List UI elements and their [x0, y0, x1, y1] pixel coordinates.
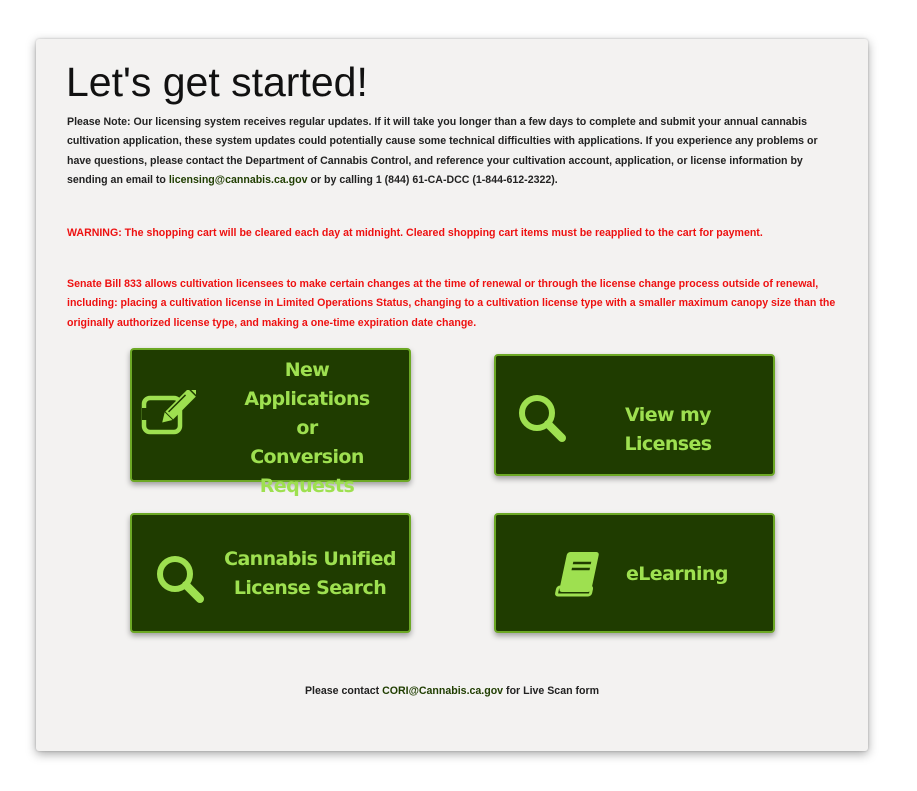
live-scan-text: Please contact [304, 685, 383, 697]
search-icon [154, 553, 206, 605]
licensing-note-phone-text: or by calling 1 (844) 61-CA-DCC (1-844-6… [307, 173, 558, 186]
new-applications-line-3: Conversion [250, 446, 364, 468]
edit-icon [140, 390, 196, 438]
book-icon [554, 549, 606, 599]
cori-email-link[interactable]: CORI@Cannabis.ca.gov [382, 685, 503, 697]
license-search-button[interactable]: Cannabis Unified License Search [130, 513, 411, 633]
new-applications-line-1: New Applications [244, 359, 370, 410]
get-started-card: Let's get started! Please Note: Our lice… [36, 39, 868, 751]
license-search-line-1: Cannabis Unified [224, 548, 396, 570]
search-icon [516, 392, 568, 444]
live-scan-text-end: for Live Scan form [503, 685, 600, 697]
live-scan-footer: Please contact CORI@Cannabis.ca.gov for … [36, 685, 868, 697]
license-search-line-2: License Search [233, 577, 387, 599]
view-my-licenses-button[interactable]: View my Licenses [494, 354, 775, 476]
new-applications-line-4: Requests [259, 475, 355, 497]
new-applications-label: New Applications or Conversion Requests [220, 356, 394, 501]
elearning-label: eLearning [626, 563, 728, 585]
cart-warning: WARNING: The shopping cart will be clear… [67, 227, 763, 239]
senate-bill-notice: Senate Bill 833 allows cultivation licen… [67, 278, 836, 329]
new-applications-line-2: or [296, 417, 318, 439]
license-search-label: Cannabis Unified License Search [224, 545, 396, 603]
licensing-note: Please Note: Our licensing system receiv… [67, 113, 843, 190]
page-title: Let's get started! [66, 59, 368, 105]
view-my-licenses-label: View my Licenses [624, 404, 713, 455]
elearning-button[interactable]: eLearning [494, 513, 775, 633]
licensing-email-link[interactable]: licensing@cannabis.ca.gov [169, 174, 308, 186]
new-applications-button[interactable]: New Applications or Conversion Requests [130, 348, 411, 497]
